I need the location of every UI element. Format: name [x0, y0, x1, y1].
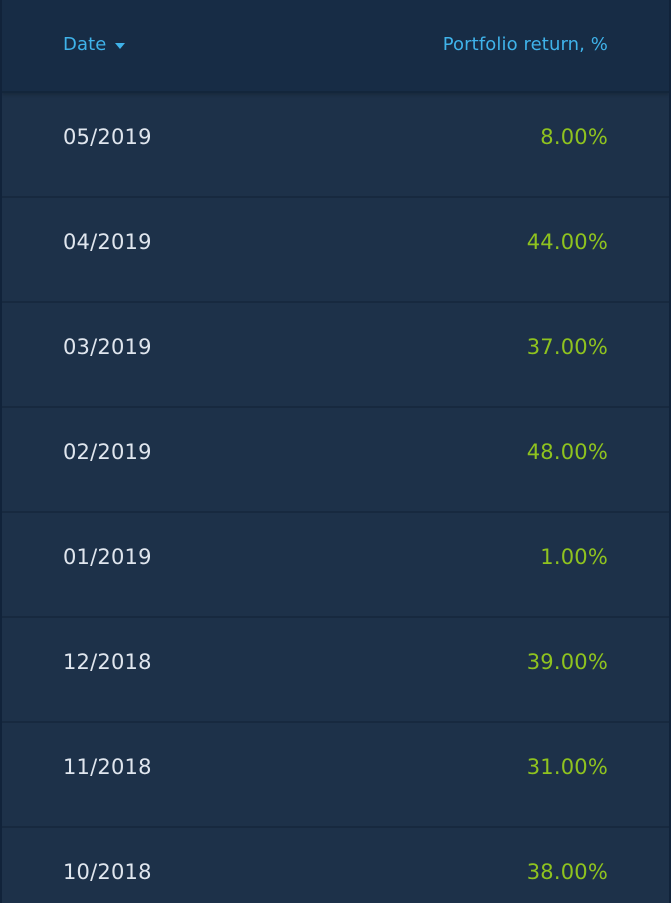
return-cell: 38.00%: [526, 860, 608, 884]
date-cell: 11/2018: [63, 755, 152, 779]
date-cell: 05/2019: [63, 125, 152, 149]
return-cell: 44.00%: [526, 230, 608, 254]
caret-down-icon: [115, 42, 126, 49]
table-header: Date Portfolio return, %: [2, 0, 669, 93]
date-cell: 12/2018: [63, 650, 152, 674]
return-cell: 37.00%: [526, 335, 608, 359]
table-row: 12/2018 39.00%: [2, 618, 669, 723]
table-row: 11/2018 31.00%: [2, 723, 669, 828]
table-row: 03/2019 37.00%: [2, 303, 669, 408]
date-column-header[interactable]: Date: [63, 34, 126, 55]
date-cell: 03/2019: [63, 335, 152, 359]
table-row: 01/2019 1.00%: [2, 513, 669, 618]
table-body: 05/2019 8.00% 04/2019 44.00% 03/2019 37.…: [2, 93, 669, 903]
table-row: 10/2018 38.00%: [2, 828, 669, 903]
return-cell: 39.00%: [526, 650, 608, 674]
return-cell: 31.00%: [526, 755, 608, 779]
portfolio-returns-table: Date Portfolio return, % 05/2019 8.00% 0…: [0, 0, 671, 903]
portfolio-return-column-header[interactable]: Portfolio return, %: [443, 34, 608, 55]
table-row: 02/2019 48.00%: [2, 408, 669, 513]
return-cell: 1.00%: [540, 545, 608, 569]
table-row: 05/2019 8.00%: [2, 93, 669, 198]
date-column-label: Date: [63, 34, 107, 55]
date-cell: 01/2019: [63, 545, 152, 569]
date-cell: 04/2019: [63, 230, 152, 254]
return-cell: 8.00%: [540, 125, 608, 149]
date-cell: 10/2018: [63, 860, 152, 884]
table-row: 04/2019 44.00%: [2, 198, 669, 303]
date-cell: 02/2019: [63, 440, 152, 464]
return-cell: 48.00%: [526, 440, 608, 464]
